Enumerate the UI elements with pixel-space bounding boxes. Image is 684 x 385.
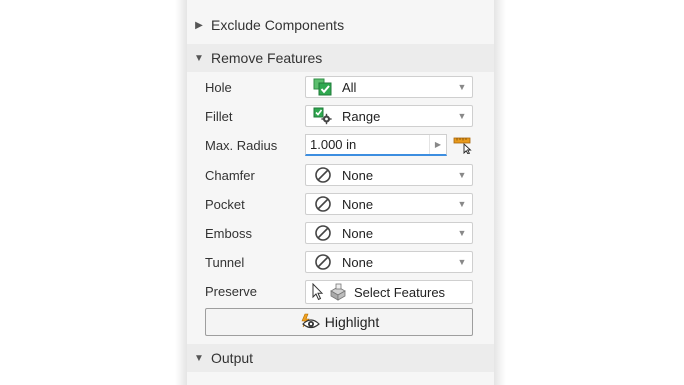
emboss-label: Emboss xyxy=(205,226,252,241)
pocket-dropdown[interactable]: None ▼ xyxy=(305,193,473,215)
section-label: Output xyxy=(211,350,254,366)
chevron-down-icon: ▼ xyxy=(457,199,467,209)
chevron-down-icon: ▼ xyxy=(457,228,467,238)
hole-dropdown[interactable]: All ▼ xyxy=(305,76,473,98)
highlight-button[interactable]: Highlight xyxy=(205,308,473,336)
chamfer-label: Chamfer xyxy=(205,168,255,183)
feature-part-icon xyxy=(330,283,346,301)
highlight-eye-icon xyxy=(299,313,321,331)
max-radius-label: Max. Radius xyxy=(205,138,278,153)
caret-down-icon: ▼ xyxy=(194,52,204,64)
max-radius-value: 1.000 in xyxy=(310,137,357,152)
max-radius-input[interactable]: 1.000 in ▶ xyxy=(305,134,447,156)
none-icon xyxy=(312,253,334,271)
chevron-down-icon: ▼ xyxy=(457,257,467,267)
panel-shadow-left xyxy=(175,0,187,385)
tunnel-dropdown[interactable]: None ▼ xyxy=(305,251,473,273)
row-fillet: Fillet Range ▼ xyxy=(187,105,494,129)
emboss-value: None xyxy=(342,225,374,241)
tunnel-value: None xyxy=(342,254,374,270)
select-features-button[interactable]: Select Features xyxy=(305,280,473,304)
fillet-value: Range xyxy=(342,108,381,124)
section-remove-features[interactable]: ▼ Remove Features xyxy=(187,44,494,72)
caret-down-icon: ▼ xyxy=(194,352,204,364)
caret-right-icon: ▶ xyxy=(195,19,203,31)
chamfer-dropdown[interactable]: None ▼ xyxy=(305,164,473,186)
none-icon xyxy=(312,224,334,242)
chamfer-value: None xyxy=(342,167,374,183)
expand-arrow-icon[interactable]: ▶ xyxy=(429,135,446,154)
section-output[interactable]: ▼ Output xyxy=(187,344,494,372)
preserve-label: Preserve xyxy=(205,284,258,299)
pocket-value: None xyxy=(342,196,374,212)
none-icon xyxy=(312,166,334,184)
chevron-down-icon: ▼ xyxy=(457,170,467,180)
row-preserve: Preserve Select Features xyxy=(187,280,494,304)
feature-panel: ▶ Exclude Components ▼ Remove Features H… xyxy=(187,0,494,385)
row-pocket: Pocket None ▼ xyxy=(187,193,494,217)
section-label: Remove Features xyxy=(211,50,323,66)
row-hole: Hole All ▼ xyxy=(187,76,494,100)
none-icon xyxy=(312,195,334,213)
panel-shadow-right xyxy=(494,0,506,385)
section-label: Exclude Components xyxy=(211,17,345,33)
select-pointer-icon xyxy=(312,283,324,301)
section-exclude-components[interactable]: ▶ Exclude Components xyxy=(187,11,494,39)
row-max-radius: Max. Radius 1.000 in ▶ xyxy=(187,134,494,158)
hole-value: All xyxy=(342,79,357,95)
chevron-down-icon: ▼ xyxy=(457,111,467,121)
row-tunnel: Tunnel None ▼ xyxy=(187,251,494,275)
checked-box-icon xyxy=(312,78,334,96)
fillet-dropdown[interactable]: Range ▼ xyxy=(305,105,473,127)
range-settings-icon xyxy=(312,107,334,125)
row-emboss: Emboss None ▼ xyxy=(187,222,494,246)
fillet-label: Fillet xyxy=(205,109,233,124)
tunnel-label: Tunnel xyxy=(205,255,245,270)
pocket-label: Pocket xyxy=(205,197,245,212)
hole-label: Hole xyxy=(205,80,232,95)
select-features-label: Select Features xyxy=(354,284,446,300)
chevron-down-icon: ▼ xyxy=(457,82,467,92)
highlight-label: Highlight xyxy=(324,314,380,330)
measure-tool-icon[interactable] xyxy=(453,136,473,155)
emboss-dropdown[interactable]: None ▼ xyxy=(305,222,473,244)
row-chamfer: Chamfer None ▼ xyxy=(187,164,494,188)
